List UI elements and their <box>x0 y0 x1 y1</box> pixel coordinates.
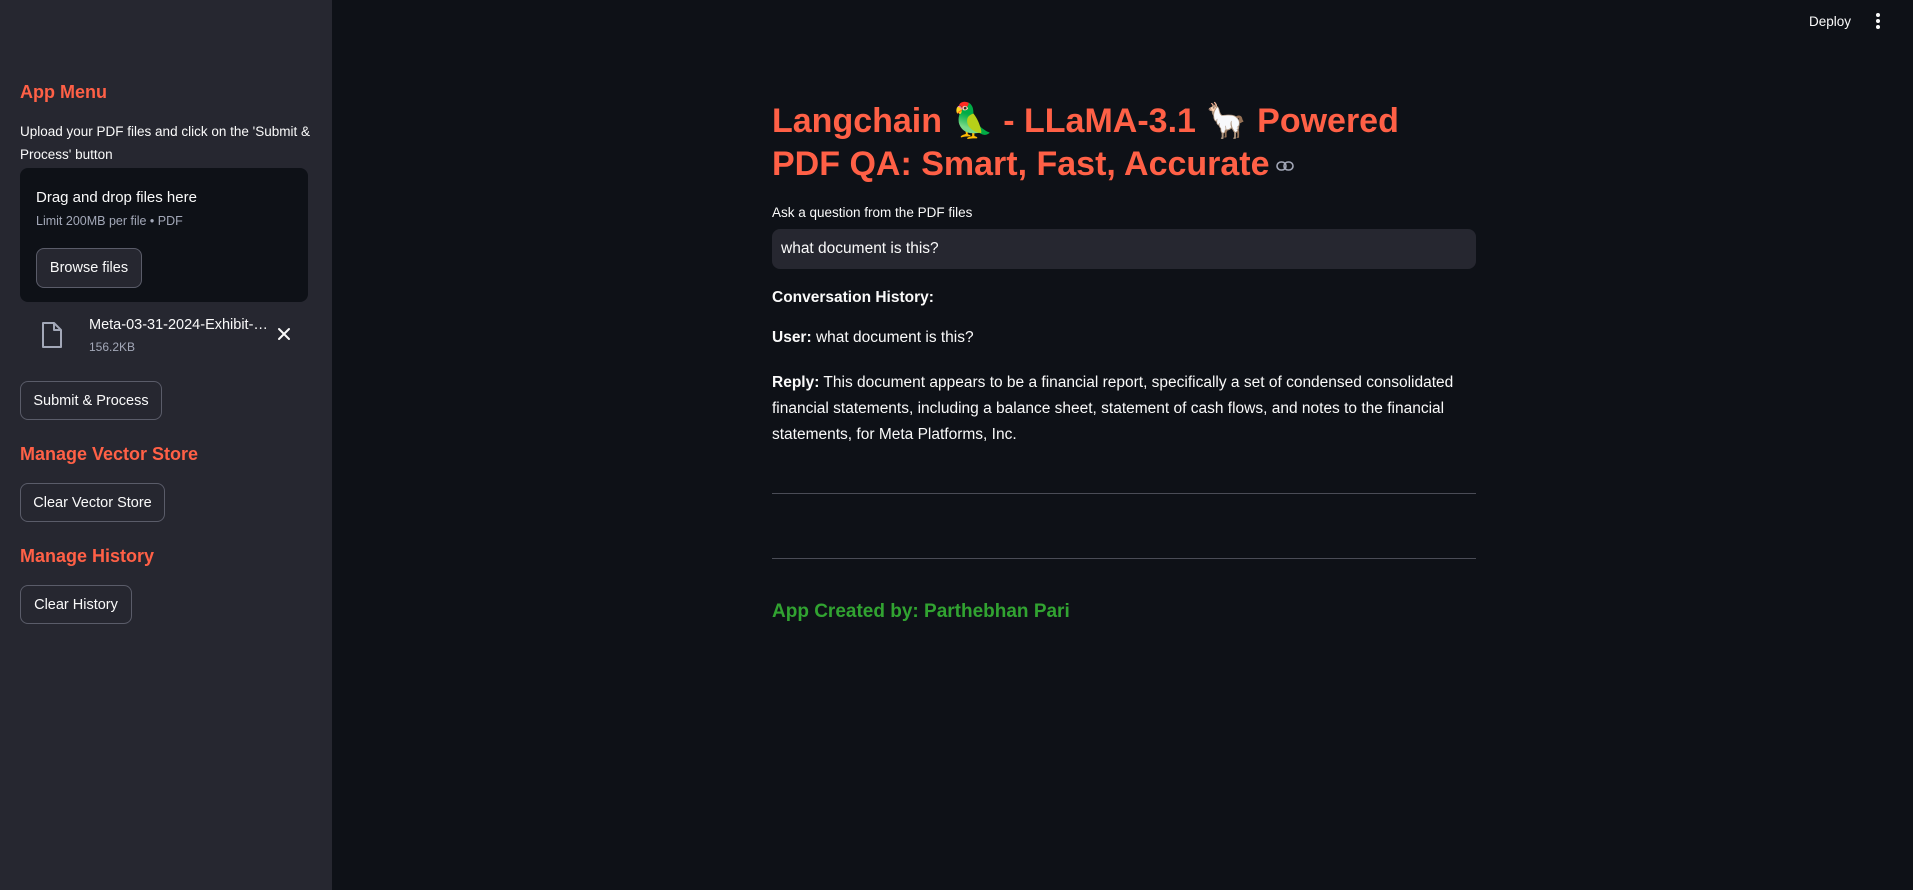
clear-history-button[interactable]: Clear History <box>20 585 132 624</box>
sidebar: App Menu Upload your PDF files and click… <box>0 0 332 890</box>
upload-instructions: Upload your PDF files and click on the '… <box>20 124 310 162</box>
reply-message-text: This document appears to be a financial … <box>772 374 1454 443</box>
user-message: User: what document is this? <box>772 329 974 347</box>
dropzone-title: Drag and drop files here <box>36 189 197 206</box>
user-message-text: what document is this? <box>815 329 974 346</box>
dropzone-limit: Limit 200MB per file • PDF <box>36 214 183 228</box>
conversation-history-heading: Conversation History: <box>772 289 934 306</box>
question-label: Ask a question from the PDF files <box>772 205 973 220</box>
uploaded-file-item: Meta-03-31-2024-Exhibit-99-1-FINAL.pdf 1… <box>20 312 310 360</box>
kebab-menu-icon[interactable] <box>1868 10 1888 32</box>
question-input[interactable] <box>772 229 1476 269</box>
file-dropzone[interactable]: Drag and drop files here Limit 200MB per… <box>20 168 308 302</box>
deploy-button[interactable]: Deploy <box>1796 10 1864 32</box>
user-prefix: User: <box>772 329 812 346</box>
divider <box>772 493 1476 494</box>
file-name: Meta-03-31-2024-Exhibit-99-1-FINAL.pdf <box>89 317 271 333</box>
clear-vector-store-button[interactable]: Clear Vector Store <box>20 483 165 522</box>
divider <box>772 558 1476 559</box>
manage-history-heading: Manage History <box>20 546 155 566</box>
submit-process-button[interactable]: Submit & Process <box>20 381 162 420</box>
close-icon[interactable] <box>274 324 294 344</box>
page-title: Langchain 🦜 - LLaMA-3.1 🦙 Powered PDF QA… <box>772 100 1476 186</box>
reply-message: Reply: This document appears to be a fin… <box>772 370 1476 448</box>
browse-files-button[interactable]: Browse files <box>36 248 142 288</box>
reply-prefix: Reply: <box>772 374 820 391</box>
app-menu-heading: App Menu <box>20 82 107 102</box>
page-title-text: Langchain 🦜 - LLaMA-3.1 🦙 Powered PDF QA… <box>772 102 1399 183</box>
file-size: 156.2KB <box>89 340 136 354</box>
link-icon[interactable] <box>1275 160 1294 172</box>
file-icon <box>42 322 62 348</box>
app-credit: App Created by: Parthebhan Pari <box>772 601 1070 622</box>
manage-vector-store-heading: Manage Vector Store <box>20 444 199 464</box>
app-root: App Menu Upload your PDF files and click… <box>0 0 1913 890</box>
